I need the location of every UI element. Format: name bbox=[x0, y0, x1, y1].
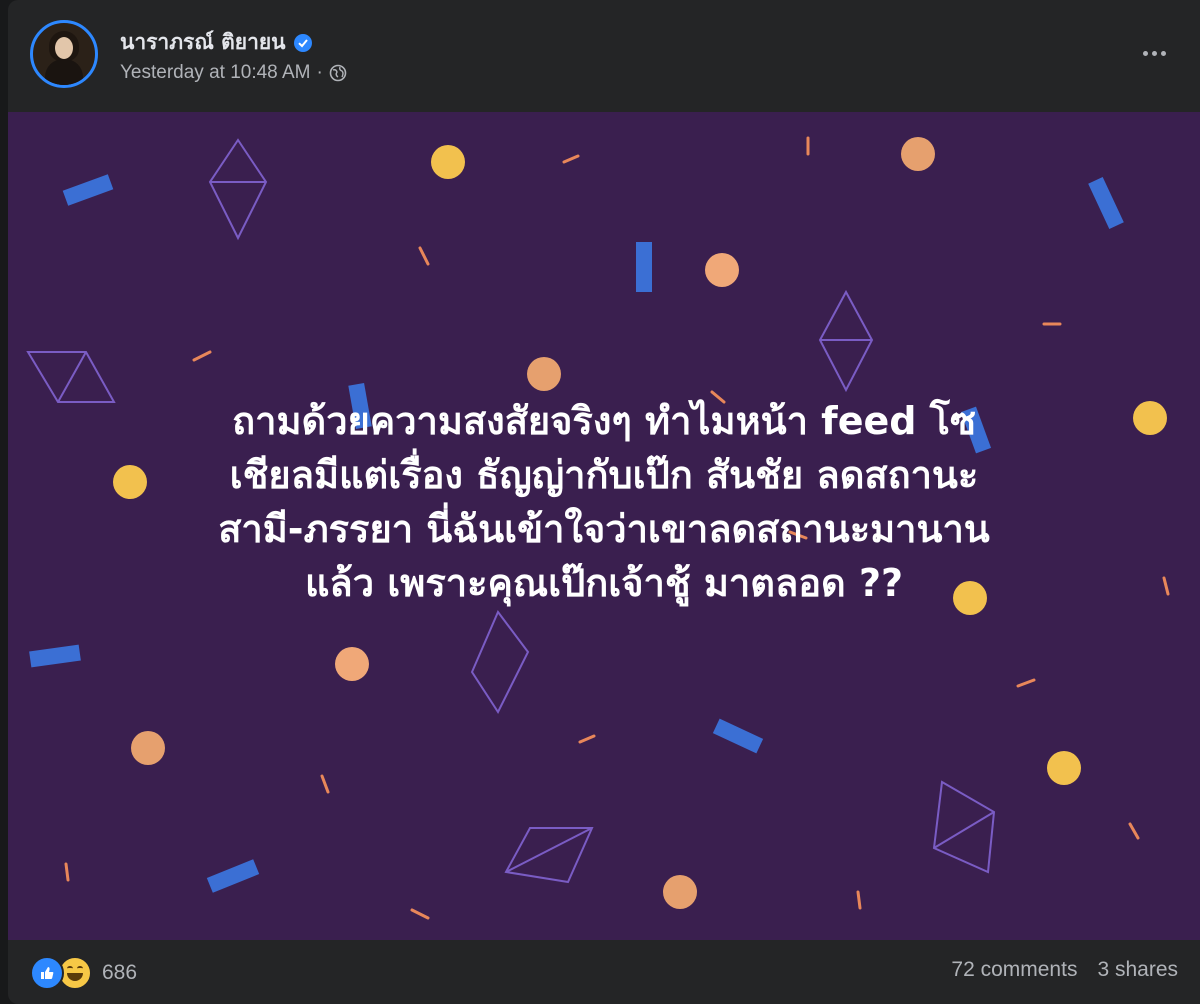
post-timestamp[interactable]: Yesterday at 10:48 AM bbox=[120, 62, 310, 84]
reaction-count: 686 bbox=[102, 961, 138, 984]
haha-mouth bbox=[67, 973, 83, 981]
globe-icon[interactable] bbox=[329, 64, 347, 82]
post-image[interactable]: ถามด้วยความสงสัยจริงๆ ทำไมหน้า feed โซ เ… bbox=[8, 112, 1200, 940]
haha-eye bbox=[77, 966, 83, 971]
author-row: นาราภรณ์ ติยายน bbox=[120, 26, 312, 59]
more-options-icon[interactable] bbox=[1136, 38, 1172, 68]
post-text: ถามด้วยความสงสัยจริงๆ ทำไมหน้า feed โซ เ… bbox=[48, 394, 1160, 610]
post-text-line: ถามด้วยความสงสัยจริงๆ ทำไมหน้า feed โซ bbox=[232, 399, 976, 443]
comments-count-link[interactable]: 72 comments bbox=[951, 958, 1077, 982]
meta-separator: · bbox=[316, 62, 323, 83]
verified-badge-icon bbox=[293, 33, 312, 52]
haha-eye bbox=[67, 966, 73, 971]
dot bbox=[1160, 50, 1166, 56]
post-card: นาราภรณ์ ติยายน Yesterday at 10:48 AM · bbox=[8, 0, 1200, 1004]
post-text-line: สามี-ภรรยา นี่ฉันเข้าใจว่าเขาลดสถานะมานา… bbox=[218, 507, 990, 551]
avatar-body bbox=[45, 59, 83, 85]
post-text-line: แล้ว เพราะคุณเป๊กเจ้าชู้ มาตลอด ?? bbox=[304, 561, 904, 605]
like-icon bbox=[30, 956, 64, 990]
post-header: นาราภรณ์ ติยายน Yesterday at 10:48 AM · bbox=[8, 0, 1200, 112]
dot bbox=[1142, 50, 1148, 56]
post-footer: 686 72 comments 3 shares bbox=[8, 940, 1200, 1004]
dot bbox=[1151, 50, 1157, 56]
post-meta: Yesterday at 10:48 AM · bbox=[120, 62, 347, 84]
shares-count-link[interactable]: 3 shares bbox=[1097, 958, 1178, 982]
author-avatar[interactable] bbox=[30, 20, 98, 88]
post-text-line: เชียลมีแต่เรื่อง ธัญญ่ากับเป๊ก สันชัย ลด… bbox=[229, 453, 979, 497]
engagement-stats: 72 comments 3 shares bbox=[951, 958, 1178, 982]
author-name[interactable]: นาราภรณ์ ติยายน bbox=[120, 26, 286, 59]
avatar-face bbox=[55, 37, 73, 59]
reactions-summary[interactable]: 686 bbox=[30, 956, 137, 990]
